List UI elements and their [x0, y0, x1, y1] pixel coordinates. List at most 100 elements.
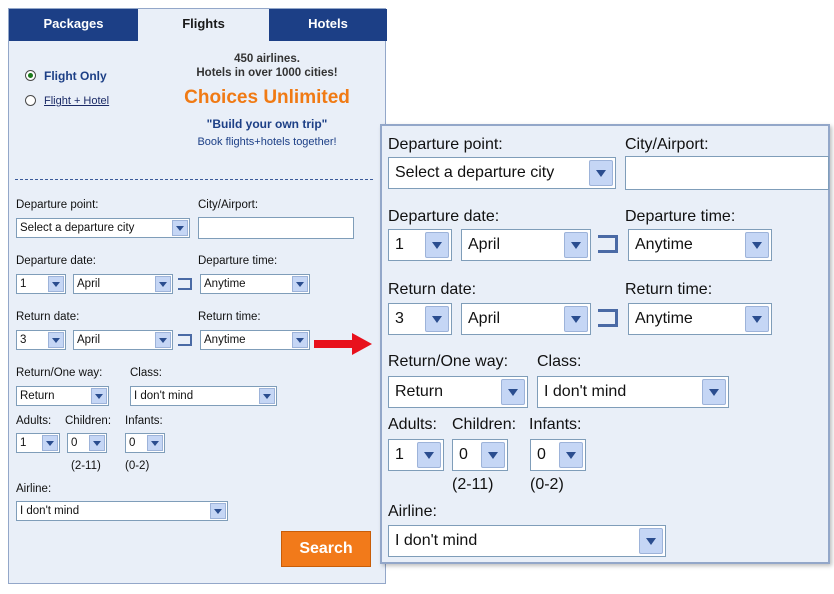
return-oneway-select[interactable]: Return [16, 386, 109, 406]
chevron-down-icon[interactable] [639, 528, 663, 554]
chevron-down-icon[interactable] [559, 442, 583, 468]
return-day-select[interactable]: 3 [388, 303, 452, 335]
return-time-value: Anytime [635, 310, 693, 327]
chevron-down-icon[interactable] [501, 379, 525, 405]
city-airport-input[interactable] [625, 156, 829, 190]
tab-flights[interactable]: Flights [138, 9, 269, 41]
departure-point-select[interactable]: Select a departure city [388, 157, 616, 189]
children-label: Children: [452, 416, 517, 433]
promo-link[interactable]: Book flights+hotels together! [167, 136, 367, 148]
departure-month-select[interactable]: April [461, 229, 591, 261]
chevron-down-icon[interactable] [48, 332, 64, 348]
booking-widget: Packages Flights Hotels Flight Only Flig… [8, 8, 387, 584]
calendar-icon[interactable] [598, 309, 618, 327]
return-month-value: April [77, 334, 101, 346]
chevron-down-icon[interactable] [425, 306, 449, 332]
promo-airlines: 450 airlines. [234, 53, 300, 65]
return-oneway-value: Return [20, 390, 55, 402]
chevron-down-icon[interactable] [147, 435, 163, 451]
city-airport-input[interactable] [198, 217, 354, 239]
departure-month-select[interactable]: April [73, 274, 173, 294]
chevron-down-icon[interactable] [564, 306, 588, 332]
children-value: 0 [459, 446, 468, 463]
city-airport-label: City/Airport: [625, 136, 709, 153]
airline-select[interactable]: I don't mind [388, 525, 666, 557]
return-date-label: Return date: [16, 311, 80, 323]
chevron-down-icon[interactable] [425, 232, 449, 258]
departure-time-select[interactable]: Anytime [200, 274, 310, 294]
chevron-down-icon[interactable] [42, 435, 58, 451]
children-select[interactable]: 0 [67, 433, 107, 453]
adults-label: Adults: [16, 415, 52, 427]
tab-divider [9, 40, 138, 41]
return-oneway-value: Return [395, 383, 444, 400]
return-time-label: Return time: [198, 311, 261, 323]
flight-hotel-label[interactable]: Flight + Hotel [44, 95, 109, 107]
chevron-down-icon[interactable] [48, 276, 64, 292]
departure-date-label: Departure date: [16, 255, 96, 267]
calendar-icon[interactable] [178, 334, 192, 346]
chevron-down-icon[interactable] [91, 388, 107, 404]
chevron-down-icon[interactable] [745, 306, 769, 332]
chevron-down-icon[interactable] [417, 442, 441, 468]
chevron-down-icon[interactable] [155, 332, 171, 348]
departure-date-label: Departure date: [388, 208, 500, 225]
return-month-select[interactable]: April [73, 330, 173, 350]
departure-month-value: April [468, 236, 501, 253]
return-day-select[interactable]: 3 [16, 330, 66, 350]
children-value: 0 [71, 437, 78, 449]
chevron-down-icon[interactable] [745, 232, 769, 258]
arrow-right-icon [314, 333, 372, 355]
flight-hotel-radio[interactable] [25, 95, 36, 106]
chevron-down-icon[interactable] [210, 503, 226, 519]
adults-value: 1 [395, 446, 404, 463]
tab-hotels[interactable]: Hotels [269, 9, 387, 41]
chevron-down-icon[interactable] [564, 232, 588, 258]
chevron-down-icon[interactable] [292, 332, 308, 348]
airline-select[interactable]: I don't mind [16, 501, 228, 521]
chevron-down-icon[interactable] [172, 220, 188, 236]
departure-time-select[interactable]: Anytime [628, 229, 772, 261]
adults-label: Adults: [388, 416, 437, 433]
calendar-icon[interactable] [178, 278, 192, 290]
departure-month-value: April [77, 278, 101, 290]
return-time-select[interactable]: Anytime [200, 330, 310, 350]
flight-only-radio[interactable] [25, 70, 36, 81]
departure-point-select[interactable]: Select a departure city [16, 218, 190, 238]
airline-value: I don't mind [395, 532, 478, 549]
promo-hotels: Hotels in over 1000 cities! [196, 67, 338, 79]
return-date-label: Return date: [388, 281, 477, 298]
infants-age-hint: (0-2) [125, 460, 150, 472]
departure-time-label: Departure time: [625, 208, 736, 225]
flight-only-label[interactable]: Flight Only [44, 69, 107, 83]
adults-select[interactable]: 1 [388, 439, 444, 471]
class-select[interactable]: I don't mind [130, 386, 277, 406]
departure-day-select[interactable]: 1 [16, 274, 66, 294]
departure-day-select[interactable]: 1 [388, 229, 452, 261]
class-select[interactable]: I don't mind [537, 376, 729, 408]
chevron-down-icon[interactable] [702, 379, 726, 405]
infants-select[interactable]: 0 [125, 433, 165, 453]
chevron-down-icon[interactable] [259, 388, 275, 404]
adults-select[interactable]: 1 [16, 433, 60, 453]
departure-day-value: 1 [20, 278, 27, 290]
chevron-down-icon[interactable] [155, 276, 171, 292]
zoomed-form-detail: Departure point: Select a departure city… [380, 124, 830, 564]
search-button[interactable]: Search [281, 531, 371, 567]
children-select[interactable]: 0 [452, 439, 508, 471]
chevron-down-icon[interactable] [589, 160, 613, 186]
return-time-select[interactable]: Anytime [628, 303, 772, 335]
return-month-select[interactable]: April [461, 303, 591, 335]
infants-select[interactable]: 0 [530, 439, 586, 471]
chevron-down-icon[interactable] [89, 435, 105, 451]
chevron-down-icon[interactable] [292, 276, 308, 292]
departure-day-value: 1 [395, 236, 404, 253]
city-airport-label: City/Airport: [198, 199, 259, 211]
calendar-icon[interactable] [598, 235, 618, 253]
departure-point-value: Select a departure city [20, 222, 135, 234]
chevron-down-icon[interactable] [481, 442, 505, 468]
return-oneway-select[interactable]: Return [388, 376, 528, 408]
tab-packages[interactable]: Packages [9, 9, 138, 41]
return-day-value: 3 [395, 310, 404, 327]
airline-value: I don't mind [20, 505, 80, 517]
